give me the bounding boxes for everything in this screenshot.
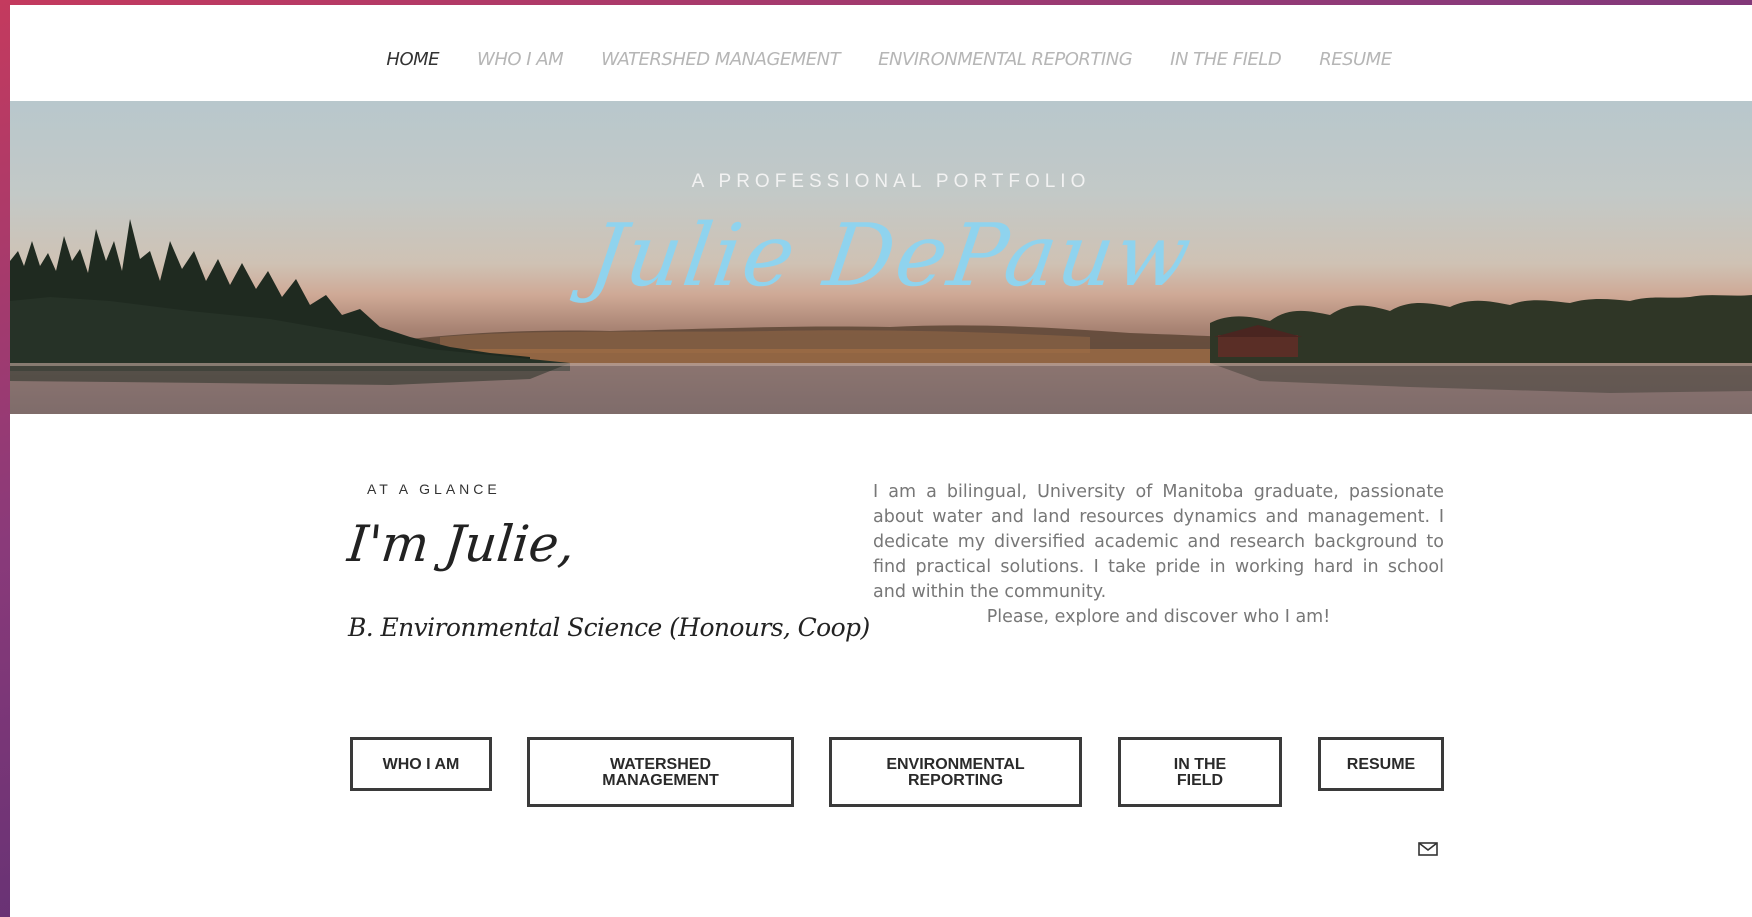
degree-subheading: B. Environmental Science (Honours, Coop) — [348, 613, 870, 642]
resume-button-label: RESUME — [1346, 756, 1416, 773]
nav-item-home[interactable]: HOME — [386, 49, 439, 70]
resume-button[interactable]: RESUME — [1318, 737, 1444, 791]
who-i-am-button[interactable]: WHO I AM — [350, 737, 492, 791]
intro-paragraph: I am a bilingual, University of Manitoba… — [873, 482, 1444, 602]
in-the-field-button-label: IN THE FIELD — [1174, 757, 1226, 789]
nav-item-in-the-field[interactable]: IN THE FIELD — [1170, 49, 1282, 70]
watershed-management-button-label: WATERSHED MANAGEMENT — [602, 757, 718, 789]
nav-item-watershed-management[interactable]: WATERSHED MANAGEMENT — [601, 49, 841, 70]
button-label-line: REPORTING — [907, 772, 1004, 789]
top-navigation: HOME WHO I AM WATERSHED MANAGEMENT ENVIR… — [10, 5, 1752, 101]
watershed-management-button[interactable]: WATERSHED MANAGEMENT — [527, 737, 794, 807]
nav-item-resume[interactable]: RESUME — [1319, 49, 1392, 70]
button-label-line: ENVIRONMENTAL — [886, 756, 1025, 773]
nav-item-who-i-am[interactable]: WHO I AM — [477, 49, 564, 70]
greeting-heading: I'm Julie, — [344, 515, 578, 573]
button-label-line: FIELD — [1176, 772, 1224, 789]
button-label-line: MANAGEMENT — [602, 772, 719, 789]
mail-icon[interactable] — [1418, 841, 1438, 857]
button-label-line: IN THE — [1173, 756, 1227, 773]
intro-closing: Please, explore and discover who I am! — [986, 607, 1331, 627]
button-label-line: WATERSHED — [609, 756, 712, 773]
hero-banner: A PROFESSIONAL PORTFOLIO Julie DePauw — [10, 101, 1752, 414]
hero-subtitle: A PROFESSIONAL PORTFOLIO — [691, 171, 1091, 192]
nav-list: HOME WHO I AM WATERSHED MANAGEMENT ENVIR… — [10, 49, 1752, 70]
nav-item-environmental-reporting[interactable]: ENVIRONMENTAL REPORTING — [878, 49, 1133, 70]
section-label: AT A GLANCE — [367, 481, 501, 497]
environmental-reporting-button-label: ENVIRONMENTAL REPORTING — [886, 757, 1024, 789]
hero-title: Julie DePauw — [583, 206, 1199, 306]
who-i-am-button-label: WHO I AM — [382, 756, 460, 773]
page: HOME WHO I AM WATERSHED MANAGEMENT ENVIR… — [10, 5, 1752, 917]
environmental-reporting-button[interactable]: ENVIRONMENTAL REPORTING — [829, 737, 1082, 807]
in-the-field-button[interactable]: IN THE FIELD — [1118, 737, 1282, 807]
